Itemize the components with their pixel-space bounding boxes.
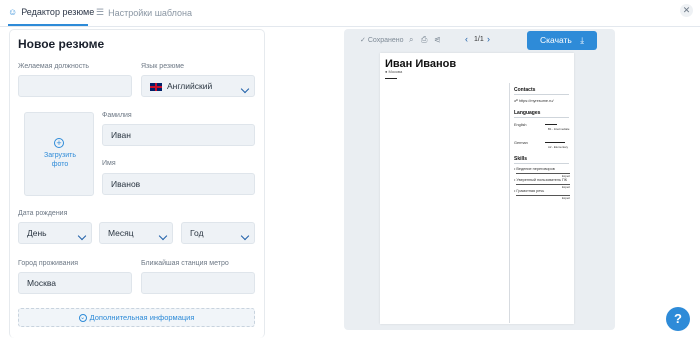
chevron-down-icon [158, 226, 168, 246]
language-level-bar [545, 124, 557, 125]
resume-skill-name: • Уверенный пользователь ПК [514, 178, 567, 182]
plus-icon: + [54, 138, 64, 148]
chevron-down-circle-icon: ⌄ [78, 314, 87, 323]
resume-column-divider [509, 83, 510, 323]
resume-skill-name: • Грамотная речь [514, 189, 545, 193]
page-title: Новое резюме [18, 37, 105, 51]
firstname-label: Имя [102, 160, 116, 167]
lastname-label: Фамилия [102, 112, 132, 119]
resume-language-level: B1 - Intermediate [548, 127, 570, 131]
upload-photo-button[interactable]: + Загрузить фото [24, 112, 94, 196]
metro-label: Ближайшая станция метро [141, 260, 229, 267]
lastname-input[interactable]: Иван [102, 124, 255, 146]
day-value: День [27, 228, 47, 238]
resume-skill-name: • Ведение переговоров [514, 167, 555, 171]
additional-info-label: Дополнительная информация [89, 313, 195, 322]
month-select[interactable]: Месяц [99, 222, 173, 244]
tab-template-settings[interactable]: ☰ Настройки шаблона [96, 7, 192, 18]
tab-resume-editor[interactable]: ☺ Редактор резюме [8, 7, 94, 17]
day-select[interactable]: День [18, 222, 92, 244]
resume-languages-heading: Languages [514, 110, 541, 116]
language-select[interactable]: Английский [141, 75, 255, 97]
month-value: Месяц [108, 228, 134, 238]
city-label: Город проживания [18, 260, 79, 267]
saved-status-label: Сохранено [367, 37, 404, 44]
language-level-bar [545, 142, 565, 143]
link-icon: ☍ [514, 99, 518, 103]
year-value: Год [190, 228, 204, 238]
language-value: Английский [167, 81, 213, 91]
check-icon: ✓ [360, 37, 366, 44]
next-page-icon[interactable]: › [487, 34, 490, 44]
close-icon[interactable]: ✕ [680, 4, 693, 17]
resume-contacts-heading: Contacts [514, 87, 536, 93]
resume-skill-level: Expert [562, 185, 571, 189]
firstname-input[interactable]: Иванов [102, 173, 255, 195]
birthdate-label: Дата рождения [18, 210, 68, 217]
divider [514, 163, 569, 164]
resume-language-name: German [514, 141, 528, 145]
divider [514, 117, 569, 118]
resume-contact-link: ☍ https://myresume.ru/ [514, 98, 554, 103]
help-button[interactable]: ? [666, 307, 690, 331]
user-edit-icon: ☺ [8, 7, 18, 17]
divider [514, 94, 569, 95]
saved-status: ✓ Сохранено [360, 36, 404, 44]
resume-skill-name-text: Ведение переговоров [516, 167, 555, 171]
chevron-down-icon [77, 226, 87, 246]
zoom-icon[interactable]: ⌕ [409, 35, 413, 45]
additional-info-button[interactable]: ⌄ Дополнительная информация [18, 308, 255, 327]
city-input[interactable]: Москва [18, 272, 132, 294]
resume-language-level: A2 - Elementary [548, 145, 569, 149]
download-icon: ⤓ [580, 35, 584, 45]
resume-city-text: Москва [388, 69, 403, 74]
download-label: Скачать [539, 35, 572, 45]
share-icon[interactable]: ⪗ [434, 35, 441, 44]
upload-photo-label: Загрузить фото [44, 152, 76, 168]
active-tab-indicator [8, 24, 88, 26]
year-select[interactable]: Год [181, 222, 255, 244]
resume-skills-heading: Skills [514, 156, 528, 162]
position-label: Желаемая должность [18, 63, 90, 70]
page-indicator: 1/1 [474, 36, 484, 43]
download-button[interactable]: Скачать ⤓ [527, 31, 597, 50]
prev-page-icon[interactable]: ‹ [465, 34, 468, 44]
resume-city: ● Москва [385, 69, 402, 74]
position-input[interactable] [18, 75, 132, 97]
resume-language-name: English [514, 123, 527, 127]
tab-template-settings-label: Настройки шаблона [108, 7, 193, 18]
uk-flag-icon [150, 82, 162, 91]
metro-input[interactable] [141, 272, 255, 294]
resume-contact-url: https://myresume.ru/ [518, 99, 554, 103]
tab-resume-editor-label: Редактор резюме [21, 7, 95, 17]
language-label: Язык резюме [141, 63, 185, 70]
resume-skill-name-text: Уверенный пользователь ПК [516, 178, 567, 182]
resume-skill-name-text: Грамотная речь [516, 189, 545, 193]
location-pin-icon: ● [385, 69, 388, 74]
chevron-down-icon [240, 226, 250, 246]
resume-skill-level: Expert [562, 196, 571, 200]
sliders-icon: ☰ [96, 7, 105, 17]
resume-name-rule [385, 78, 397, 79]
print-icon[interactable]: ⎙ [421, 35, 427, 45]
chevron-down-icon [240, 79, 250, 99]
